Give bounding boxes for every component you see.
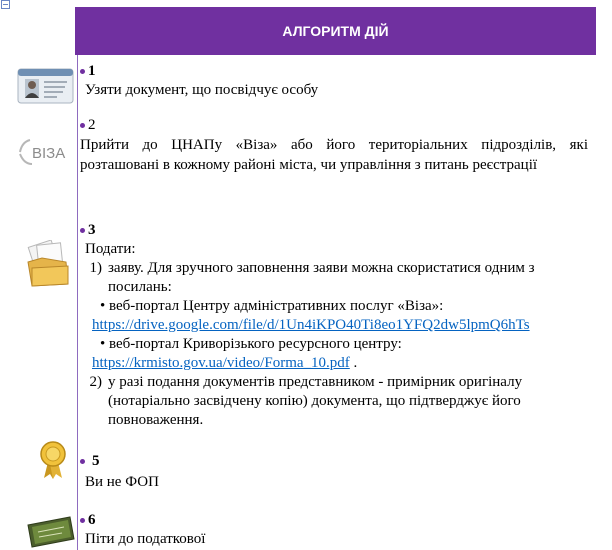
visa-portal-link[interactable]: https://drive.google.com/file/d/1Un4iKPO… <box>92 317 530 333</box>
step-text: Узяти документ, що посвідчує особу <box>85 82 319 98</box>
link-label: • веб-портал Криворізького ресурсного це… <box>100 336 402 352</box>
step-5: 5 Ви не ФОП <box>80 452 159 492</box>
link-label: • веб-портал Центру адміністративних пос… <box>100 298 444 314</box>
visa-logo-text: ВІЗА <box>32 145 65 162</box>
step-text: Прийти до ЦНАПу «Віза» або його територі… <box>80 137 588 173</box>
step-2: 2 Прийти до ЦНАПу «Віза» або його терито… <box>80 116 588 175</box>
list-item-text: заяву. Для зручного заповнення заяви мож… <box>108 260 535 295</box>
anchor-icon <box>1 0 10 9</box>
list-item-text: у разі подання документів представником … <box>108 374 523 428</box>
id-card-icon <box>17 68 74 104</box>
bullet-dot-icon <box>80 518 85 523</box>
step-number: 2 <box>80 116 588 135</box>
step-number: 3 <box>80 221 610 240</box>
documents-folder-icon <box>27 240 69 287</box>
step-number: 1 <box>80 62 318 81</box>
step-3: 3 Подати: 1) заяву. Для зручного заповне… <box>80 221 610 430</box>
step-number: 5 <box>80 452 159 471</box>
krmisto-link[interactable]: https://krmisto.gov.ua/video/Forma_10.pd… <box>92 355 350 371</box>
algorithm-header: АЛГОРИТМ ДІЙ <box>75 7 596 55</box>
tax-certificate-icon <box>27 516 75 548</box>
step-number: 6 <box>80 511 205 530</box>
visa-logo-icon: ВІЗА <box>19 139 65 165</box>
list-item: 2) у разі подання документів представник… <box>80 373 610 430</box>
step-6: 6 Піти до податкової <box>80 511 205 549</box>
bullet-dot-icon <box>80 69 85 74</box>
bullet-dot-icon <box>80 228 85 233</box>
timeline-line <box>77 55 78 550</box>
header-title: АЛГОРИТМ ДІЙ <box>282 23 389 39</box>
step-1: 1 Узяти документ, що посвідчує особу <box>80 62 318 100</box>
step-text: Ви не ФОП <box>85 474 159 490</box>
submission-list: 1) заяву. Для зручного заповнення заяви … <box>80 259 610 430</box>
bullet-dot-icon <box>80 123 85 128</box>
bullet-dot-icon <box>80 459 85 464</box>
award-medal-icon <box>40 441 66 479</box>
step-text: Піти до податкової <box>85 531 206 547</box>
list-item: 1) заяву. Для зручного заповнення заяви … <box>80 259 610 297</box>
step-intro: Подати: <box>85 241 136 257</box>
